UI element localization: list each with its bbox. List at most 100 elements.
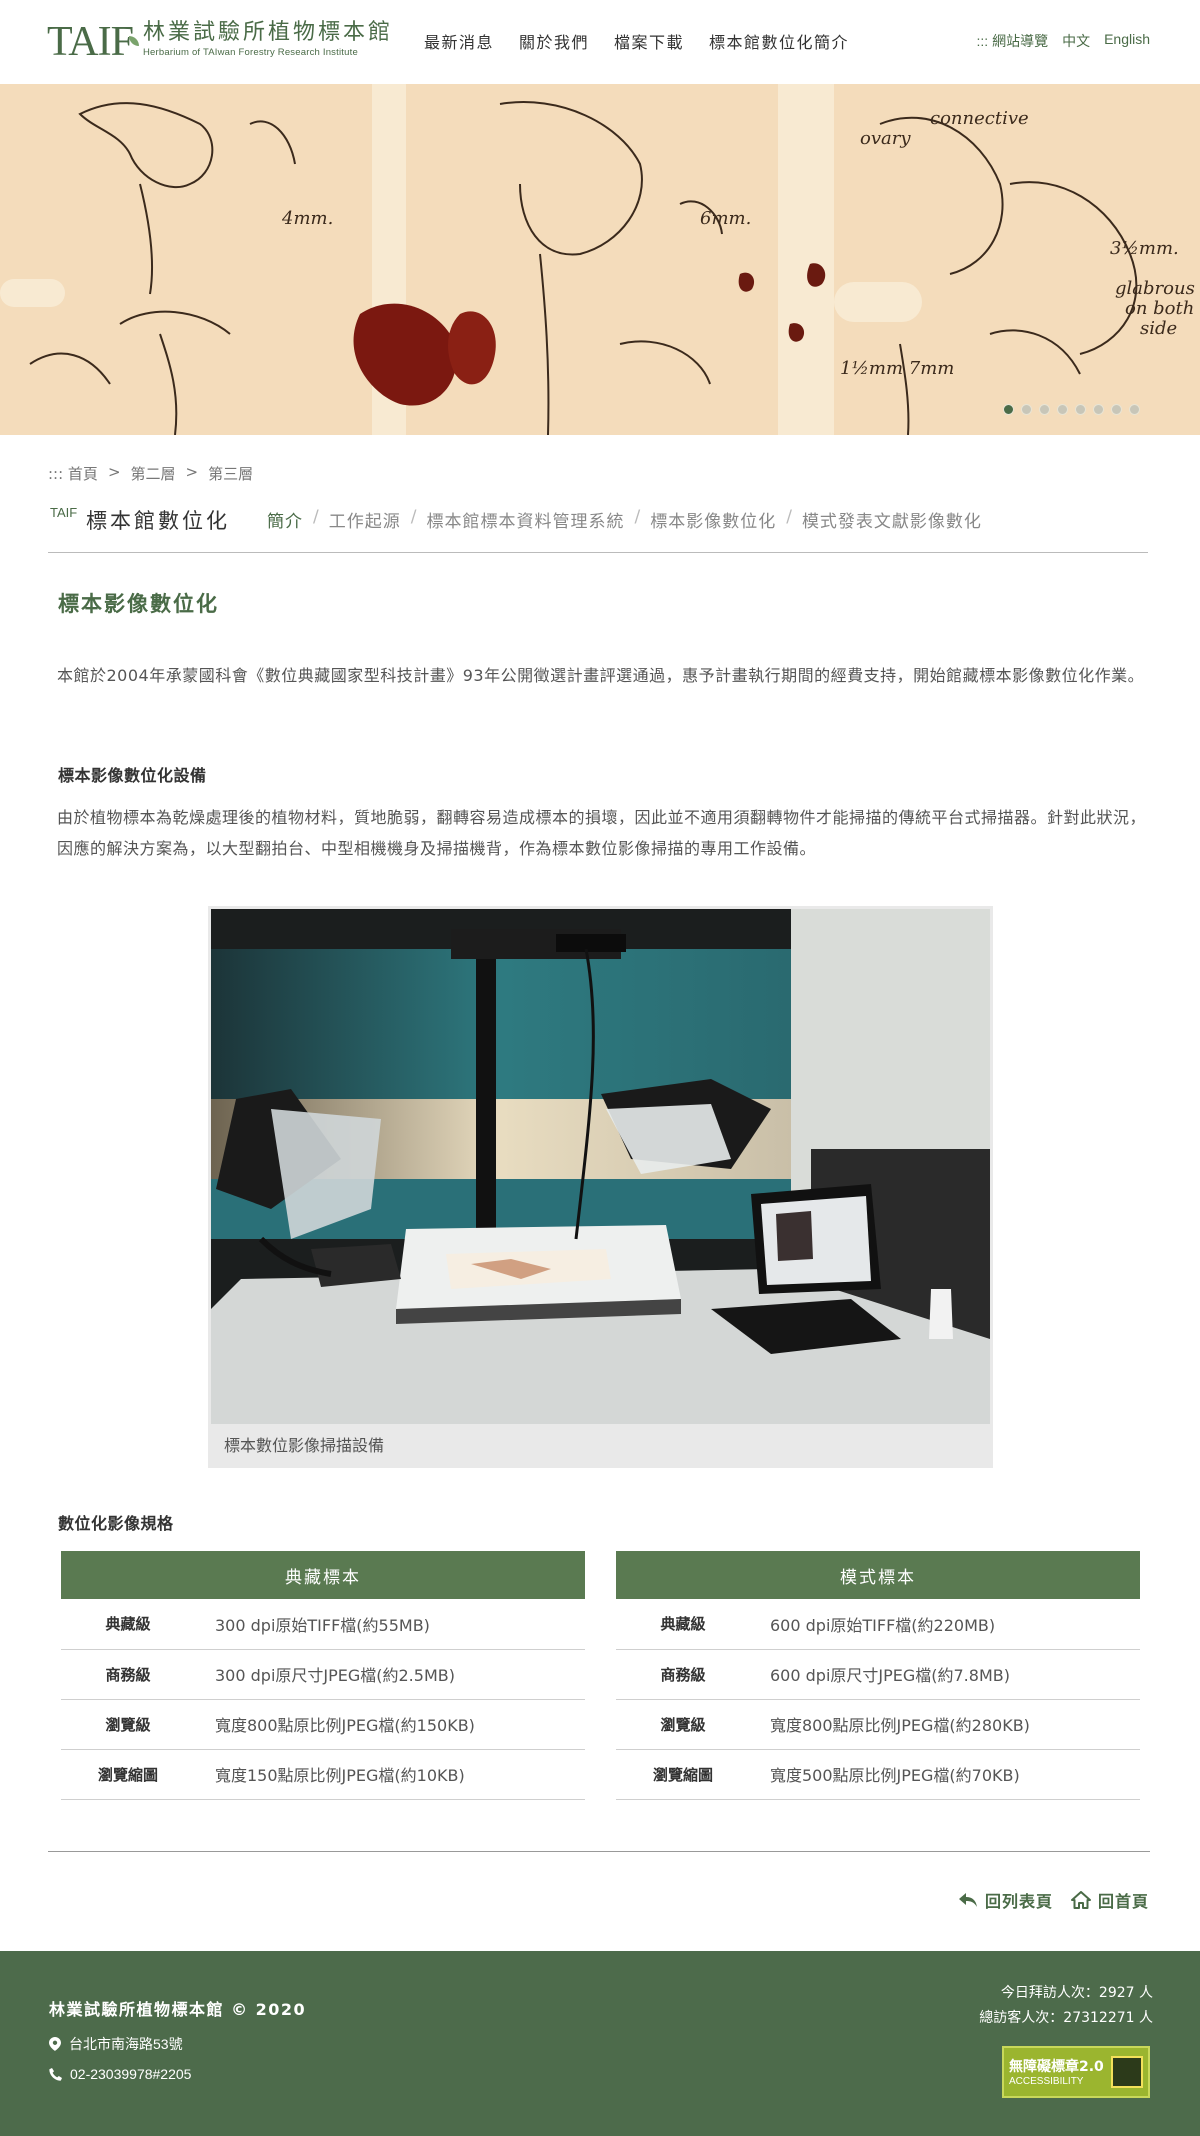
phone-icon bbox=[49, 2067, 62, 2081]
footer-address-text: 台北市南海路53號 bbox=[69, 2036, 183, 2052]
tab-data-system[interactable]: 標本館標本資料管理系統 bbox=[426, 507, 624, 532]
svg-text:4mm.: 4mm. bbox=[281, 208, 333, 229]
collection-spec-table: 典藏標本 典藏級 300 dpi原始TIFF檔(約55MB) 商務級 300 dpi… bbox=[61, 1551, 585, 1800]
carousel-dot[interactable] bbox=[1057, 404, 1068, 415]
main-nav: 最新消息 關於我們 檔案下載 標本館數位化簡介 bbox=[424, 29, 849, 53]
equipment-heading: 標本影像數位化設備 bbox=[58, 766, 207, 785]
spec-cell: 600 dpi原始TIFF檔(約220MB) bbox=[750, 1599, 1140, 1650]
tab-separator: / bbox=[786, 507, 792, 527]
level-cell: 瀏覽縮圖 bbox=[616, 1749, 750, 1800]
map-pin-icon bbox=[49, 2037, 61, 2051]
lang-chinese-link[interactable]: 中文 bbox=[1062, 31, 1090, 51]
table-header: 模式標本 bbox=[616, 1551, 1140, 1599]
table-row: 典藏級 300 dpi原始TIFF檔(約55MB) bbox=[61, 1599, 585, 1650]
carousel-dot[interactable] bbox=[1039, 404, 1050, 415]
svg-text:on both: on both bbox=[1125, 298, 1194, 319]
back-to-list-link[interactable]: 回列表頁 bbox=[958, 1888, 1053, 1912]
section-title: 標本館數位化 bbox=[86, 509, 230, 533]
carousel-dot[interactable] bbox=[1129, 404, 1140, 415]
page-title: 標本影像數位化 bbox=[58, 592, 219, 616]
spec-cell: 300 dpi原尺寸JPEG檔(約2.5MB) bbox=[195, 1649, 585, 1700]
table-row: 瀏覽級 寬度800點原比例JPEG檔(約280KB) bbox=[616, 1699, 1140, 1750]
breadcrumb-separator: > bbox=[185, 463, 199, 481]
nav-about[interactable]: 關於我們 bbox=[519, 29, 589, 53]
nav-downloads[interactable]: 檔案下載 bbox=[614, 29, 684, 53]
badge-subtitle: ACCESSIBILITY bbox=[1009, 2076, 1084, 2087]
table-row: 瀏覽縮圖 寬度150點原比例JPEG檔(約10KB) bbox=[61, 1749, 585, 1800]
intro-paragraph: 本館於2004年承蒙國科會《數位典藏國家型科技計畫》93年公開徵選計畫評選通過，… bbox=[57, 666, 1145, 685]
carousel-dot[interactable] bbox=[1093, 404, 1104, 415]
home-icon bbox=[1070, 1891, 1091, 1909]
back-to-home-link[interactable]: 回首頁 bbox=[1070, 1888, 1149, 1912]
level-cell: 瀏覽級 bbox=[61, 1699, 195, 1750]
breadcrumb-level2[interactable]: 第二層 bbox=[131, 463, 176, 484]
top-links: ::: 網站導覽 中文 English bbox=[977, 31, 1150, 51]
equipment-paragraph: 由於植物標本為乾燥處理後的植物材料，質地脆弱，翻轉容易造成標本的損壞，因此並不適… bbox=[57, 808, 1147, 858]
carousel-dot[interactable] bbox=[1111, 404, 1122, 415]
footer-phone-text: 02-23039978#2205 bbox=[70, 2066, 192, 2082]
breadcrumb-separator: > bbox=[107, 463, 121, 481]
level-cell: 商務級 bbox=[616, 1649, 750, 1700]
hero-banner: 4mm. 6mm. 3½mm. glabrous on both side ov… bbox=[0, 84, 1200, 435]
svg-text:connective: connective bbox=[930, 108, 1029, 129]
badge-title: 無障礙標章2.0 bbox=[1009, 2059, 1104, 2075]
spec-cell: 寬度500點原比例JPEG檔(約70KB) bbox=[750, 1749, 1140, 1800]
section-nav: TAIF 標本館數位化 簡介 / 工作起源 / 標本館標本資料管理系統 / 標本… bbox=[48, 503, 1148, 553]
spec-heading: 數位化影像規格 bbox=[58, 1514, 174, 1533]
footer-phone: 02-23039978#2205 bbox=[49, 2066, 191, 2082]
footer-address: 台北市南海路53號 bbox=[49, 2034, 183, 2054]
level-cell: 典藏級 bbox=[61, 1599, 195, 1650]
section-tabs: 簡介 / 工作起源 / 標本館標本資料管理系統 / 標本影像數位化 / 模式發表… bbox=[267, 507, 982, 532]
table-row: 瀏覽級 寬度800點原比例JPEG檔(約150KB) bbox=[61, 1699, 585, 1750]
logo-chinese-name: 林業試驗所植物標本館 bbox=[142, 20, 393, 45]
content-divider bbox=[48, 1851, 1150, 1852]
table-row: 商務級 600 dpi原尺寸JPEG檔(約7.8MB) bbox=[616, 1649, 1140, 1700]
svg-text:1½mm 7mm: 1½mm 7mm bbox=[840, 358, 954, 379]
accessibility-badge[interactable]: 無障礙標章2.0 ACCESSIBILITY bbox=[1002, 2046, 1150, 2098]
logo-mark: TAIF bbox=[47, 19, 134, 65]
carousel-dot[interactable] bbox=[1021, 404, 1032, 415]
carousel-dot[interactable] bbox=[1075, 404, 1086, 415]
table-row: 商務級 300 dpi原尺寸JPEG檔(約2.5MB) bbox=[61, 1649, 585, 1700]
svg-text:glabrous: glabrous bbox=[1115, 278, 1195, 299]
site-header: TAIF 林業試驗所植物標本館 Herbarium of TAIwan Fore… bbox=[0, 0, 1200, 84]
level-cell: 瀏覽縮圖 bbox=[61, 1749, 195, 1800]
site-logo[interactable]: TAIF 林業試驗所植物標本館 Herbarium of TAIwan Fore… bbox=[47, 20, 393, 66]
tab-origin[interactable]: 工作起源 bbox=[329, 507, 401, 532]
visitor-count-today: 今日拜訪人次：2927 人 bbox=[1000, 1985, 1153, 2001]
back-to-list-label: 回列表頁 bbox=[984, 1892, 1053, 1911]
footer-org-name: 林業試驗所植物標本館 © 2020 bbox=[49, 2000, 307, 2019]
table-row: 典藏級 600 dpi原始TIFF檔(約220MB) bbox=[616, 1599, 1140, 1650]
breadcrumb-level3[interactable]: 第三層 bbox=[208, 463, 253, 484]
nav-news[interactable]: 最新消息 bbox=[424, 29, 494, 53]
table-row: 瀏覽縮圖 寬度500點原比例JPEG檔(約70KB) bbox=[616, 1749, 1140, 1800]
level-cell: 典藏級 bbox=[616, 1599, 750, 1650]
table-header: 典藏標本 bbox=[61, 1551, 585, 1599]
spec-cell: 寬度800點原比例JPEG檔(約280KB) bbox=[750, 1699, 1140, 1750]
tab-type-literature[interactable]: 模式發表文獻影像數化 bbox=[802, 507, 982, 532]
sitemap-link[interactable]: ::: 網站導覽 bbox=[977, 31, 1049, 51]
svg-text:side: side bbox=[1140, 318, 1177, 339]
breadcrumb-home[interactable]: ::: 首頁 bbox=[48, 463, 98, 484]
tab-image-digitization[interactable]: 標本影像數位化 bbox=[650, 507, 776, 532]
lang-english-link[interactable]: English bbox=[1104, 31, 1150, 51]
accessibility-icon bbox=[1111, 2056, 1143, 2088]
figure-caption: 標本數位影像掃描設備 bbox=[224, 1436, 385, 1455]
tab-intro[interactable]: 簡介 bbox=[267, 507, 303, 532]
spec-cell: 600 dpi原尺寸JPEG檔(約7.8MB) bbox=[750, 1649, 1140, 1700]
carousel-dots bbox=[1003, 404, 1140, 415]
carousel-dot[interactable] bbox=[1003, 404, 1014, 415]
reply-arrow-icon bbox=[958, 1893, 977, 1907]
back-to-home-label: 回首頁 bbox=[1097, 1892, 1149, 1911]
type-spec-table: 模式標本 典藏級 600 dpi原始TIFF檔(約220MB) 商務級 600 dp… bbox=[616, 1551, 1140, 1800]
spec-cell: 300 dpi原始TIFF檔(約55MB) bbox=[195, 1599, 585, 1650]
breadcrumb: ::: 首頁 > 第二層 > 第三層 bbox=[48, 463, 253, 484]
section-tag: TAIF bbox=[50, 505, 78, 520]
botanical-illustration: 4mm. 6mm. 3½mm. glabrous on both side ov… bbox=[0, 84, 1200, 435]
scanning-equipment-photo bbox=[211, 909, 990, 1424]
svg-text:ovary: ovary bbox=[860, 128, 911, 149]
level-cell: 瀏覽級 bbox=[616, 1699, 750, 1750]
tab-separator: / bbox=[410, 507, 417, 527]
spec-cell: 寬度150點原比例JPEG檔(約10KB) bbox=[195, 1749, 585, 1800]
nav-digitization[interactable]: 標本館數位化簡介 bbox=[709, 29, 849, 53]
